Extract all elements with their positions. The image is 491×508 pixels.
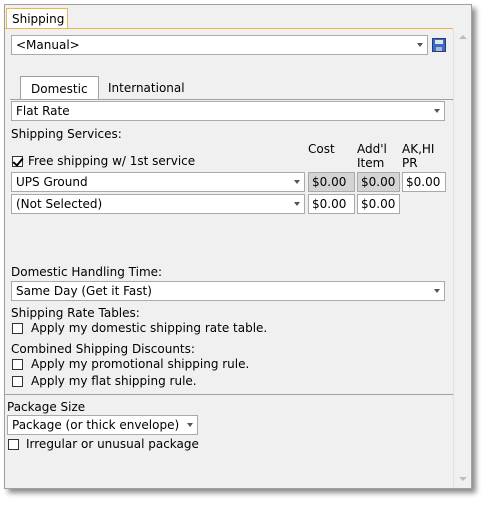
service-2-name: (Not Selected) (16, 197, 103, 211)
service-1-surcharge[interactable]: $0.00 (402, 172, 446, 192)
service-select-1[interactable]: UPS Ground (11, 172, 305, 192)
shipping-profile-select[interactable]: <Manual> (11, 35, 428, 55)
column-surcharge-line2: PR (402, 156, 418, 170)
chevron-down-icon (417, 43, 423, 47)
service-1-cost: $0.00 (308, 172, 355, 192)
discounts-label: Combined Shipping Discounts: (11, 342, 195, 356)
vertical-scrollbar[interactable] (453, 29, 471, 488)
service-2-addl-value: $0.00 (361, 197, 396, 211)
rate-type-value: Flat Rate (16, 104, 70, 118)
chevron-down-icon (434, 289, 440, 293)
service-1-cost-value: $0.00 (312, 175, 347, 189)
chevron-down-icon (294, 180, 300, 184)
service-1-surcharge-value: $0.00 (406, 175, 441, 189)
rate-type-select[interactable]: Flat Rate (11, 101, 445, 121)
promo-rule-label: Apply my promotional shipping rule. (31, 357, 250, 371)
shipping-profile-value: <Manual> (16, 38, 80, 52)
rate-tables-label: Shipping Rate Tables: (11, 306, 140, 320)
flat-rule-label: Apply my flat shipping rule. (31, 374, 197, 388)
column-addl-line1: Add'l (357, 142, 387, 156)
tab-international-label: International (108, 81, 185, 95)
tab-shipping[interactable]: Shipping (6, 8, 68, 29)
service-select-2[interactable]: (Not Selected) (11, 194, 305, 214)
package-size-value: Package (or thick envelope) (12, 418, 180, 432)
tab-international[interactable]: International (108, 81, 185, 95)
service-1-addl: $0.00 (357, 172, 400, 192)
handling-time-label: Domestic Handling Time: (11, 265, 163, 279)
save-icon[interactable] (432, 38, 446, 52)
tab-domestic-label: Domestic (31, 82, 88, 96)
scroll-up-icon[interactable] (454, 29, 471, 46)
rate-table-option-label: Apply my domestic shipping rate table. (31, 321, 268, 335)
rate-table-checkbox[interactable] (12, 323, 23, 334)
package-size-select[interactable]: Package (or thick envelope) (7, 415, 198, 435)
shipping-services-label: Shipping Services: (11, 127, 122, 141)
handling-time-select[interactable]: Same Day (Get it Fast) (11, 281, 445, 301)
column-addl-line2: Item (357, 156, 385, 170)
tab-underline (5, 28, 453, 29)
free-shipping-checkbox[interactable] (12, 156, 23, 167)
service-2-cost-value: $0.00 (312, 197, 347, 211)
column-cost: Cost (308, 142, 335, 156)
service-2-cost[interactable]: $0.00 (308, 194, 355, 214)
shipping-window: Shipping <Manual> Domestic International… (4, 4, 472, 489)
scroll-down-icon[interactable] (454, 471, 471, 488)
chevron-down-icon (434, 109, 440, 113)
column-surcharge-line1: AK,HI (402, 142, 435, 156)
flat-rule-checkbox[interactable] (12, 376, 23, 387)
service-2-addl[interactable]: $0.00 (357, 194, 400, 214)
chevron-down-icon (187, 423, 193, 427)
chevron-down-icon (294, 202, 300, 206)
free-shipping-label: Free shipping w/ 1st service (28, 154, 196, 168)
service-1-addl-value: $0.00 (361, 175, 396, 189)
panel-bottom-divider (5, 394, 453, 395)
tab-domestic[interactable]: Domestic (20, 76, 99, 100)
handling-time-value: Same Day (Get it Fast) (16, 284, 152, 298)
irregular-package-checkbox[interactable] (8, 439, 19, 450)
service-1-name: UPS Ground (16, 175, 88, 189)
package-size-label: Package Size (7, 400, 86, 414)
irregular-package-label: Irregular or unusual package (26, 437, 199, 451)
promo-rule-checkbox[interactable] (12, 359, 23, 370)
tab-shipping-label: Shipping (12, 12, 65, 26)
